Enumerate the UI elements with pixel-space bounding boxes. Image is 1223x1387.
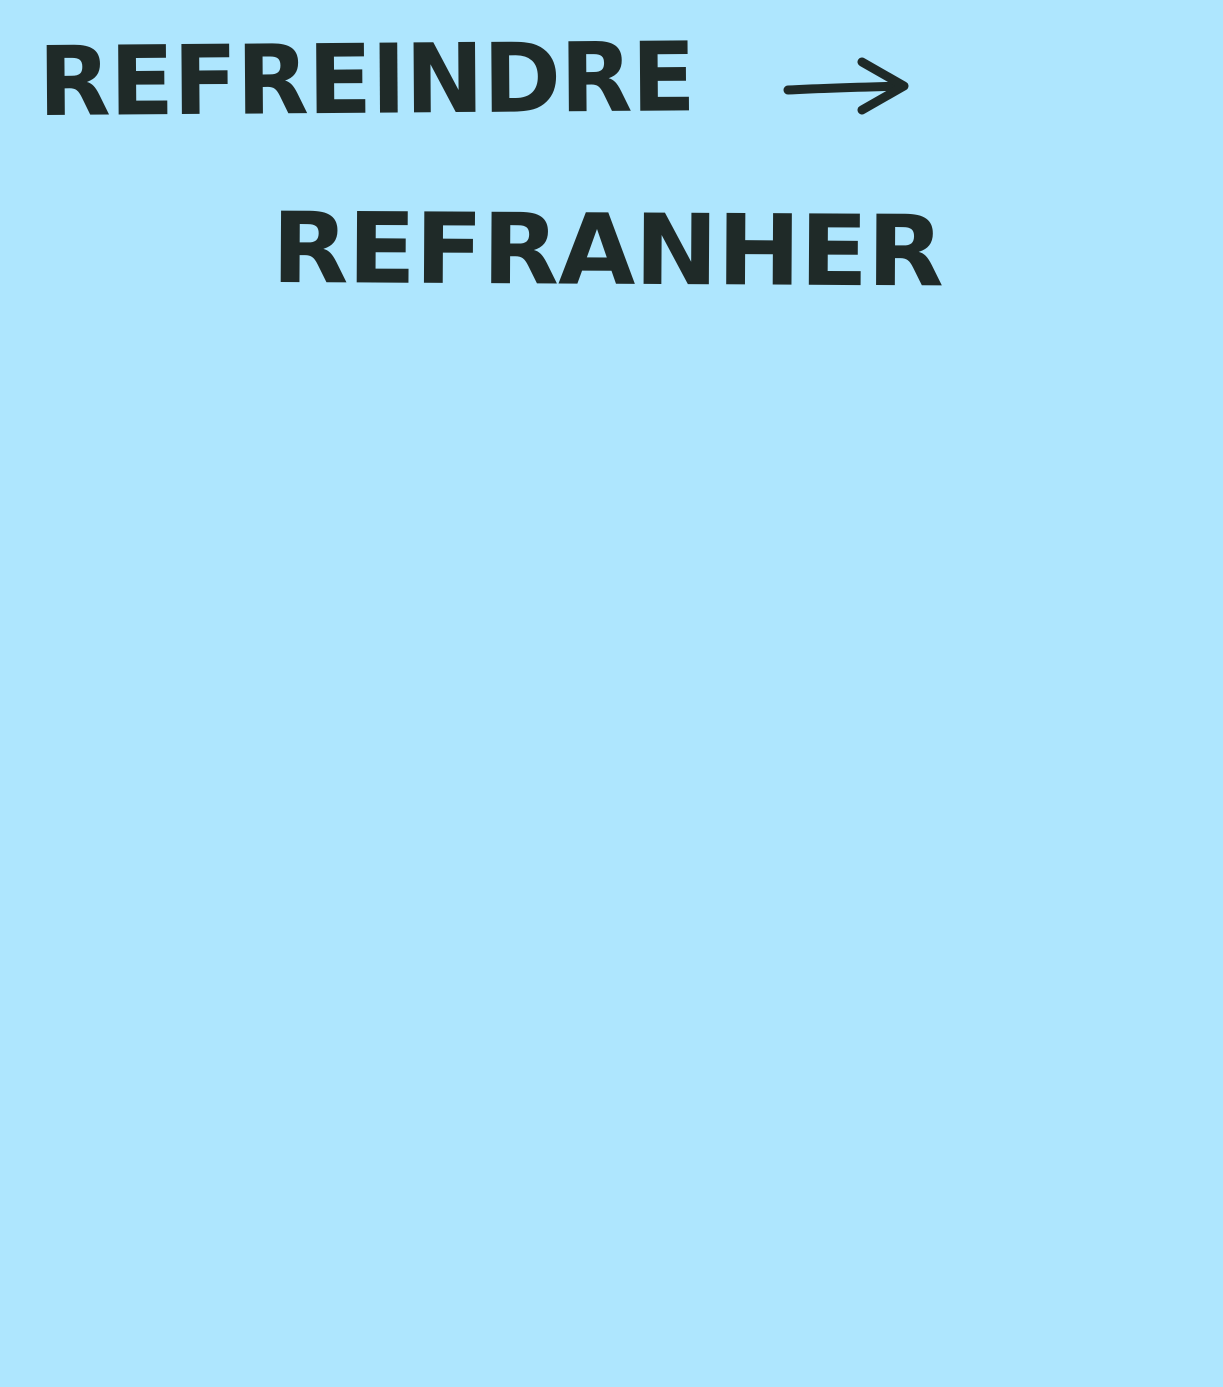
- sticky-note: REFREINDRE REFRANHER: [0, 0, 1223, 1387]
- target-word: REFRANHER: [271, 192, 944, 310]
- right-arrow-icon: [783, 57, 909, 115]
- source-word: REFREINDRE: [37, 21, 696, 138]
